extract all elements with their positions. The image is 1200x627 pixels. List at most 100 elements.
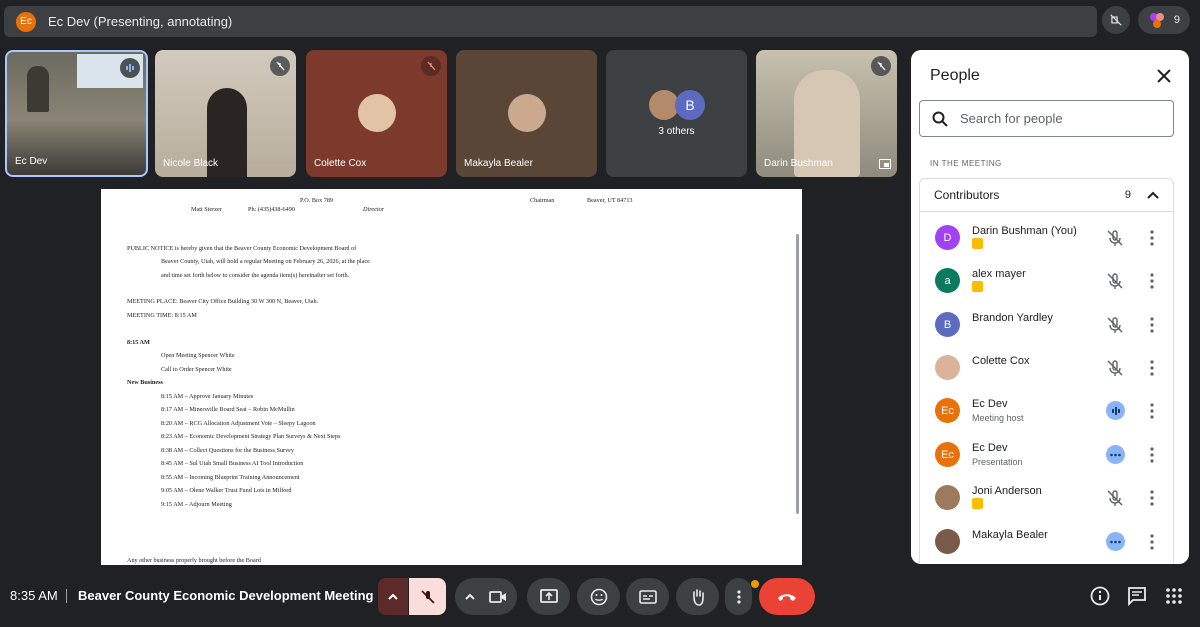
picture-in-picture-icon (879, 159, 891, 169)
pin-badge-icon (972, 238, 983, 249)
contributors-group: Contributors 9 D Darin Bushman (You) a alex… (919, 178, 1174, 564)
camera-button[interactable] (455, 578, 517, 615)
mic-off-icon (276, 61, 285, 71)
participant-row[interactable]: Joni Anderson (935, 483, 1173, 511)
audio-options-button[interactable] (378, 578, 408, 615)
avatar: D (935, 225, 960, 250)
shared-document[interactable]: P.O. Box 789 Chairman Beaver, UT 84713 M… (101, 189, 802, 565)
participant-row[interactable]: D Darin Bushman (You) (935, 223, 1173, 251)
contributors-header[interactable]: Contributors 9 (920, 179, 1173, 212)
avatar: a (935, 268, 960, 293)
avatar: Ec (935, 398, 960, 423)
chevron-up-icon[interactable] (1147, 191, 1159, 199)
participant-row[interactable]: Makayla Bealer (935, 527, 1173, 555)
video-camera-icon (489, 590, 506, 603)
video-tile-colette-cox[interactable]: Colette Cox (306, 50, 447, 177)
more-vert-icon[interactable] (1149, 446, 1155, 464)
doc-line: Any other business properly brought befo… (127, 557, 261, 564)
participant-row[interactable]: B Brandon Yardley (935, 310, 1173, 338)
notification-dot (751, 580, 759, 588)
doc-line: New Business (127, 379, 163, 386)
hand-icon (692, 588, 704, 606)
section-label: IN THE MEETING (930, 159, 1002, 168)
mic-off-icon[interactable] (1106, 229, 1124, 247)
group-label: Contributors (934, 188, 1000, 202)
doc-line: MEETING TIME: 8:15 AM (127, 312, 197, 319)
doc-line: Ph: (435)438-6490 (248, 206, 295, 213)
chat-icon[interactable] (1127, 586, 1147, 606)
video-tile-ec-dev[interactable]: Ec Dev (5, 50, 148, 177)
leave-call-button[interactable] (759, 578, 815, 615)
avatar: B (935, 312, 960, 337)
doc-line: 8:23 AM – Economic Development Strategy … (161, 433, 341, 440)
captions-button[interactable] (626, 578, 669, 615)
more-vert-icon[interactable] (1149, 272, 1155, 290)
presentation-banner: Ec Ec Dev (Presenting, annotating) (4, 6, 1097, 37)
avatar: Ec (935, 442, 960, 467)
mic-off-icon[interactable] (1106, 489, 1124, 507)
document-scrollbar[interactable] (796, 234, 799, 514)
doc-line: 9:05 AM – Olene Walker Trust Fund Lots i… (161, 487, 292, 494)
divider (66, 589, 67, 603)
search-placeholder: Search for people (960, 111, 1063, 126)
doc-line: Beaver County, Utah, will hold a regular… (161, 258, 370, 265)
more-vert-icon[interactable] (1149, 489, 1155, 507)
panel-title: People (930, 67, 980, 84)
doc-line: and time set forth below to consider the… (161, 272, 350, 279)
doc-line: 8:17 AM – Minersville Board Seat – Robin… (161, 406, 295, 413)
participant-row[interactable]: Ec Ec Dev Presentation (935, 440, 1173, 468)
more-options-button[interactable] (725, 578, 752, 615)
chevron-up-icon (465, 593, 475, 600)
doc-line: 8:15 AM (127, 339, 150, 346)
pin-badge-icon (972, 498, 983, 509)
doc-line: 9:15 AM – Adjourn Meeting (161, 501, 232, 508)
tile-name: Nicole Black (163, 158, 219, 169)
participant-row[interactable]: Ec Ec Dev Meeting host (935, 396, 1173, 424)
mic-off-icon[interactable] (1106, 359, 1124, 377)
participant-name: Colette Cox (972, 355, 1030, 367)
raise-hand-button[interactable] (676, 578, 719, 615)
video-tile-nicole-black[interactable]: Nicole Black (155, 50, 296, 177)
more-vert-icon[interactable] (1149, 229, 1155, 247)
camera-off-icon (1110, 14, 1122, 26)
audio-idle-indicator (1106, 532, 1125, 551)
doc-line: PUBLIC NOTICE is hereby given that the B… (127, 245, 357, 252)
search-people-input[interactable]: Search for people (919, 100, 1174, 137)
avatar (935, 485, 960, 510)
video-tile-makayla-bealer[interactable]: Makayla Bealer (456, 50, 597, 177)
microphone-button[interactable] (409, 578, 446, 615)
audio-dots-icon (1110, 540, 1121, 543)
mic-off-icon (420, 589, 435, 604)
info-icon[interactable] (1090, 586, 1110, 606)
mic-off-icon[interactable] (1106, 272, 1124, 290)
doc-line: 8:38 AM – Collect Questions for the Busi… (161, 447, 295, 454)
doc-line: MEETING PLACE: Beaver City Office Buildi… (127, 298, 319, 305)
close-icon[interactable] (1155, 67, 1173, 85)
activities-icon[interactable] (1164, 586, 1184, 606)
doc-line: Matt Sterzer (191, 206, 222, 213)
doc-line: P.O. Box 789 (300, 197, 334, 204)
participants-button[interactable]: 9 (1137, 6, 1190, 34)
mic-off-icon[interactable] (1106, 316, 1124, 334)
doc-line: Director (363, 206, 385, 213)
more-vert-icon[interactable] (1149, 533, 1155, 551)
participant-name: Brandon Yardley (972, 312, 1053, 324)
hide-tiles-button[interactable] (1101, 6, 1130, 34)
more-vert-icon[interactable] (1149, 402, 1155, 420)
video-tile-others[interactable]: B 3 others (606, 50, 747, 177)
presenter-avatar: Ec (16, 11, 36, 32)
participant-row[interactable]: Colette Cox (935, 353, 1173, 381)
presenter-figure (27, 66, 49, 112)
participant-row[interactable]: a alex mayer (935, 266, 1173, 294)
video-tile-darin-bushman[interactable]: Darin Bushman (756, 50, 897, 177)
doc-line: Chairman (530, 197, 555, 204)
doc-line: 8:15 AM – Approve January Minutes (161, 393, 254, 400)
participant-name: Ec Dev (972, 442, 1008, 454)
more-vert-icon[interactable] (1149, 316, 1155, 334)
participant-name: alex mayer (972, 268, 1026, 280)
present-screen-button[interactable] (527, 578, 570, 615)
reactions-button[interactable] (577, 578, 620, 615)
tile-name: Colette Cox (314, 158, 367, 169)
participants-icon (1149, 13, 1164, 28)
more-vert-icon[interactable] (1149, 359, 1155, 377)
